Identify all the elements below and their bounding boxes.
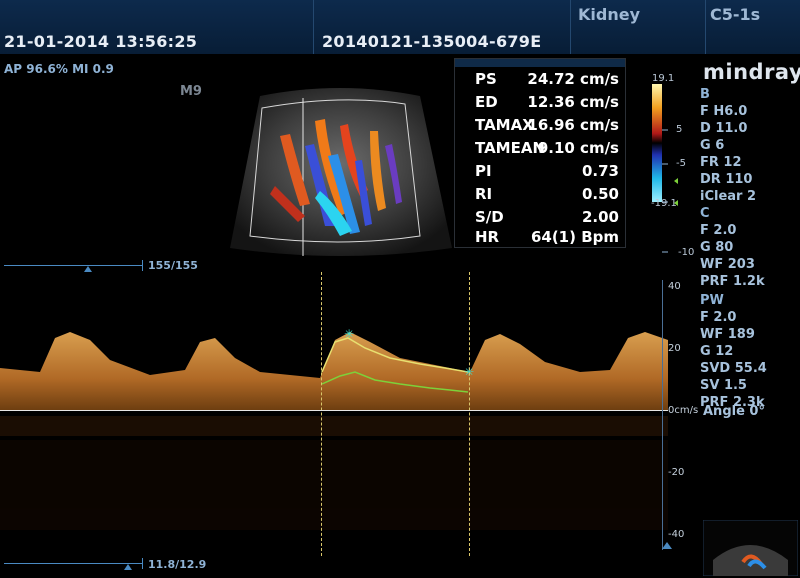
- reference-thumbnail[interactable]: [703, 520, 798, 576]
- measurement-row: ED 12.36 cm/s: [455, 90, 625, 113]
- image-mode-label: M9: [180, 84, 202, 99]
- measurement-value: 0.73: [581, 162, 619, 180]
- param-item: SVD 55.4: [700, 361, 767, 376]
- baseline-marker-icon: [674, 178, 678, 184]
- param-item: F 2.0: [700, 223, 737, 238]
- param-item: F 2.0: [700, 310, 737, 325]
- measurement-value: 9.10 cm/s: [537, 139, 619, 157]
- measurement-value: 2.00: [581, 208, 619, 226]
- measurement-label: S/D: [475, 208, 504, 226]
- exam-datetime: 21-01-2014 13:56:25: [4, 32, 198, 51]
- color-params: C F 2.0 G 80 WF 203 PRF 1.2k: [700, 205, 765, 290]
- measurement-value: 12.36 cm/s: [527, 93, 619, 111]
- measurement-label: PS: [475, 70, 497, 88]
- param-section-title: B: [700, 87, 710, 102]
- spectrum-timeline-track[interactable]: [4, 563, 142, 564]
- param-item: F H6.0: [700, 104, 748, 119]
- doppler-angle: Angle 0°: [703, 404, 765, 419]
- mindray-logo: mindray: [703, 60, 800, 84]
- cine-timeline-track[interactable]: [4, 265, 142, 266]
- param-item: G 12: [700, 344, 734, 359]
- zero-baseline: [0, 410, 668, 411]
- measurement-row: TAMEAN 9.10 cm/s: [455, 136, 625, 159]
- measurement-value: 0.50: [581, 185, 619, 203]
- param-item: PRF 1.2k: [700, 274, 765, 289]
- measurement-label: HR: [475, 228, 500, 246]
- measurement-value: 64(1) Bpm: [530, 228, 619, 246]
- param-item: WF 189: [700, 327, 755, 342]
- peak-systolic-marker-icon: ✳: [344, 327, 354, 341]
- measurement-label: RI: [475, 185, 493, 203]
- color-scale-max: 19.1: [652, 73, 675, 84]
- velocity-axis: [662, 280, 663, 550]
- color-scale-mark: -10: [678, 247, 695, 258]
- measurement-label: TAMAX: [475, 116, 534, 134]
- measurement-label: PI: [475, 162, 492, 180]
- measurement-row: HR 64(1) Bpm: [455, 225, 625, 248]
- param-section-title: C: [700, 206, 710, 221]
- exam-id: 20140121-135004-679E: [322, 32, 542, 51]
- color-scale-mark: 5: [676, 124, 683, 135]
- param-section-title: PW: [700, 293, 724, 308]
- color-doppler-image[interactable]: [220, 86, 460, 258]
- measurement-label: TAMEAN: [475, 139, 546, 157]
- color-scale-mark: -5: [676, 158, 686, 169]
- velocity-tick-label: -20: [668, 467, 685, 478]
- measurement-row: PI 0.73: [455, 159, 625, 182]
- color-scale-min: -19.1: [651, 198, 677, 209]
- param-item: FR 12: [700, 155, 742, 170]
- cine-position-icon[interactable]: [84, 266, 92, 272]
- preset-name[interactable]: Kidney: [578, 5, 640, 24]
- param-item: G 6: [700, 138, 725, 153]
- measurement-label: ED: [475, 93, 498, 111]
- measurement-header-stripe: [455, 59, 625, 67]
- probe-name[interactable]: C5-1s: [710, 5, 760, 24]
- measurement-row: RI 0.50: [455, 182, 625, 205]
- spectrum-time-counter: 11.8/12.9: [148, 558, 207, 571]
- param-item: DR 110: [700, 172, 753, 187]
- velocity-tick-label: 40: [668, 281, 681, 292]
- measurement-value: 16.96 cm/s: [527, 116, 619, 134]
- spectrum-position-icon[interactable]: [124, 564, 132, 570]
- spectrum-noise: [0, 416, 668, 530]
- cine-timeline-end: [142, 260, 143, 271]
- param-item: SV 1.5: [700, 378, 747, 393]
- b-mode-params: B F H6.0 D 11.0 G 6 FR 12 DR 110 iClear …: [700, 86, 756, 205]
- ap-mi-readout: AP 96.6% MI 0.9: [4, 62, 114, 76]
- measurement-row: PS 24.72 cm/s: [455, 67, 625, 90]
- spectrum-timeline-end: [142, 558, 143, 569]
- header-divider: [705, 0, 706, 54]
- measurement-value: 24.72 cm/s: [527, 70, 619, 88]
- param-item: iClear 2: [700, 189, 757, 204]
- caliper-end-line[interactable]: [469, 272, 470, 556]
- param-item: D 11.0: [700, 121, 748, 136]
- header-divider: [313, 0, 314, 54]
- measurement-row: TAMAX 16.96 cm/s: [455, 113, 625, 136]
- color-scale-bar: [652, 84, 678, 253]
- spectral-doppler-trace[interactable]: ✳ ✳: [0, 280, 668, 550]
- param-item: G 80: [700, 240, 734, 255]
- header-divider: [570, 0, 571, 54]
- velocity-tick-label: 20: [668, 343, 681, 354]
- velocity-tick-label: -40: [668, 529, 685, 540]
- pw-params: PW F 2.0 WF 189 G 12 SVD 55.4 SV 1.5 PRF…: [700, 292, 767, 411]
- caliper-start-line[interactable]: [321, 272, 322, 556]
- measurement-panel: PS 24.72 cm/s ED 12.36 cm/s TAMAX 16.96 …: [454, 58, 626, 248]
- cine-frame-counter: 155/155: [148, 259, 198, 272]
- baseline-adjust-icon[interactable]: [662, 542, 672, 549]
- param-item: WF 203: [700, 257, 755, 272]
- velocity-tick-label: 0cm/s: [668, 405, 699, 416]
